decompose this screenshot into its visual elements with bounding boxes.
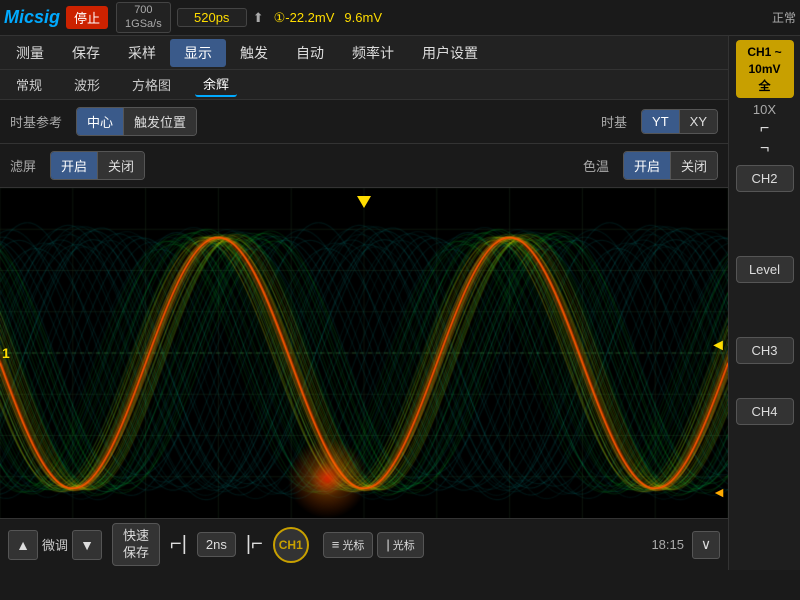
top-info: 700 1GSa/s 520ps ⬆ ①-22.2mV 9.6mV 正常 <box>116 2 796 32</box>
main-content: 测量 保存 采样 显示 触发 自动 频率计 用户设置 常规 波形 方格图 余辉 … <box>0 36 800 570</box>
timebase-ref-label: 时基参考 <box>10 112 62 131</box>
cursor2-label: 光标 <box>393 537 415 553</box>
color-temp-off-button[interactable]: 关闭 <box>670 152 717 179</box>
top-bar: Micsig 停止 700 1GSa/s 520ps ⬆ ①-22.2mV 9.… <box>0 0 800 36</box>
pulse-left-icon: ⌐| <box>170 533 187 556</box>
time-display: 18:15 <box>651 537 684 552</box>
measurement1-display: ①-22.2mV <box>274 10 335 26</box>
trigger-icon: ⬆ <box>253 10 264 26</box>
brand-logo: Micsig <box>4 7 60 28</box>
ch4-arrow: ◄ <box>712 484 726 500</box>
time-select-display[interactable]: 2ns <box>197 532 236 557</box>
cursor1-icon: ≡ <box>332 537 340 552</box>
expand-icon: ∨ <box>701 536 711 553</box>
menu-user-settings[interactable]: 用户设置 <box>408 39 492 67</box>
persistence-on-button[interactable]: 开启 <box>51 152 97 179</box>
bottom-right: 18:15 ∨ <box>651 531 720 559</box>
sample-rate-display: 700 1GSa/s <box>116 2 171 32</box>
pulse-up-icon: ⌐ <box>760 121 769 137</box>
waveform-canvas[interactable] <box>0 188 728 518</box>
right-panel: CH1 ~10mV全 10X ⌐ ⌐ CH2 Level CH3 CH4 <box>728 36 800 570</box>
down-arrow-button[interactable]: ▼ <box>72 530 102 560</box>
menu-display[interactable]: 显示 <box>170 39 226 67</box>
probe-ratio-label[interactable]: 10X <box>753 102 776 117</box>
submenu-persistence[interactable]: 余辉 <box>195 72 237 97</box>
timebase-value: 520ps <box>194 10 229 25</box>
cursor1-label: 光标 <box>342 537 364 553</box>
menu-measure[interactable]: 测量 <box>2 39 58 67</box>
cursor2-button[interactable]: | 光标 <box>377 532 423 558</box>
level-arrow: ◄ <box>710 337 726 355</box>
status-display: 正常 <box>772 9 796 26</box>
yt-button[interactable]: YT <box>642 110 679 133</box>
ch1-circle-label: CH1 <box>279 538 303 552</box>
xy-button[interactable]: XY <box>679 110 717 133</box>
trigger-pos-button[interactable]: 触发位置 <box>123 108 196 135</box>
ch4-button[interactable]: CH4 <box>736 398 794 425</box>
cursor1-button[interactable]: ≡ 光标 <box>323 532 374 558</box>
settings-row1: 时基参考 中心 触发位置 时基 YT XY <box>0 100 728 144</box>
cursor-buttons: ≡ 光标 | 光标 <box>323 532 424 558</box>
ch2-button[interactable]: CH2 <box>736 165 794 192</box>
fine-tune-label: 微调 <box>42 535 68 554</box>
color-temp-label: 色温 <box>583 156 609 175</box>
ch1-circle-button[interactable]: CH1 <box>273 527 309 563</box>
ch3-button[interactable]: CH3 <box>736 337 794 364</box>
menu-trigger[interactable]: 触发 <box>226 39 282 67</box>
color-temp-on-button[interactable]: 开启 <box>624 152 670 179</box>
menu-sample[interactable]: 采样 <box>114 39 170 67</box>
expand-button[interactable]: ∨ <box>692 531 720 559</box>
ch1-waveform-label: 1 <box>2 345 10 361</box>
timebase-display: 520ps <box>177 8 247 27</box>
menu-bar: 测量 保存 采样 显示 触发 自动 频率计 用户设置 <box>0 36 728 70</box>
pulse-down-icon: ⌐ <box>760 141 769 157</box>
fine-tune-group: ▲ 微调 ▼ <box>8 530 102 560</box>
submenu-waveform[interactable]: 波形 <box>66 73 108 96</box>
pulse-right-icon: |⌐ <box>246 533 263 556</box>
bottom-bar: ▲ 微调 ▼ 快速 保存 ⌐| 2ns |⌐ CH1 ≡ 光标 | 光标 <box>0 518 728 570</box>
center-button[interactable]: 中心 <box>77 108 123 135</box>
submenu-normal[interactable]: 常规 <box>8 73 50 96</box>
sub-menu-bar: 常规 波形 方格图 余辉 <box>0 70 728 100</box>
persistence-label: 滤屏 <box>10 156 36 175</box>
level-button[interactable]: Level <box>736 256 794 283</box>
timebase-mode-group: YT XY <box>641 109 718 134</box>
cursor2-icon: | <box>386 537 389 552</box>
waveform-area: 1 ◄ ◄ <box>0 188 728 518</box>
menu-auto[interactable]: 自动 <box>282 39 338 67</box>
timebase-ref-group: 中心 触发位置 <box>76 107 197 136</box>
quick-save-button[interactable]: 快速 保存 <box>112 523 160 567</box>
menu-save[interactable]: 保存 <box>58 39 114 67</box>
up-arrow-button[interactable]: ▲ <box>8 530 38 560</box>
left-content: 测量 保存 采样 显示 触发 自动 频率计 用户设置 常规 波形 方格图 余辉 … <box>0 36 728 570</box>
timebase-label: 时基 <box>601 112 627 131</box>
persistence-group: 开启 关闭 <box>50 151 145 180</box>
measurement2-display: 9.6mV <box>344 10 382 25</box>
trigger-position-arrow <box>357 196 371 208</box>
submenu-grid[interactable]: 方格图 <box>124 73 179 96</box>
menu-freq[interactable]: 频率计 <box>338 39 408 67</box>
persistence-off-button[interactable]: 关闭 <box>97 152 144 179</box>
ch1-panel-button[interactable]: CH1 ~10mV全 <box>736 40 794 98</box>
stop-button[interactable]: 停止 <box>66 6 108 29</box>
settings-row2: 滤屏 开启 关闭 色温 开启 关闭 <box>0 144 728 188</box>
color-temp-group: 开启 关闭 <box>623 151 718 180</box>
